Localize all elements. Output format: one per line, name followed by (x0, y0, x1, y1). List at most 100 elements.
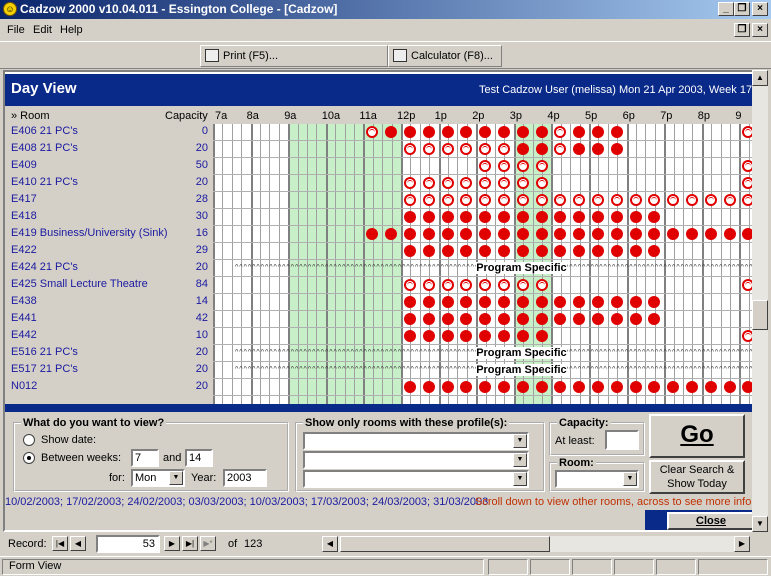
booked-slot[interactable] (592, 126, 604, 138)
room-name[interactable]: E516 21 PC's (11, 346, 78, 358)
room-name[interactable]: E425 Small Lecture Theatre (11, 278, 148, 290)
booked-slot[interactable] (441, 228, 454, 240)
booked-slot[interactable] (516, 211, 529, 223)
horizontal-scroll-thumb[interactable] (340, 536, 550, 552)
tentative-slot[interactable] (498, 194, 510, 206)
room-name[interactable]: E419 Business/University (Sink) (11, 227, 168, 239)
chevron-down-icon[interactable]: ▼ (513, 453, 527, 467)
booked-slot[interactable] (498, 330, 510, 342)
tentative-slot[interactable] (441, 143, 454, 155)
booked-slot[interactable] (441, 330, 454, 342)
chevron-down-icon[interactable]: ▼ (513, 472, 527, 486)
booked-slot[interactable] (404, 296, 416, 308)
booked-slot[interactable] (592, 296, 604, 308)
tentative-slot[interactable] (535, 177, 548, 189)
room-name[interactable]: E442 (11, 329, 37, 341)
booked-slot[interactable] (535, 381, 548, 393)
tentative-slot[interactable] (422, 143, 435, 155)
chevron-down-icon[interactable]: ▼ (623, 472, 637, 486)
menu-edit[interactable]: Edit (33, 24, 52, 36)
room-name[interactable]: E422 (11, 244, 37, 256)
next-record-icon[interactable]: ▶ (164, 536, 180, 551)
menu-file[interactable]: File (7, 24, 25, 36)
booked-slot[interactable] (441, 245, 454, 257)
profile-select-2[interactable]: ▼ (303, 451, 529, 469)
tentative-slot[interactable] (610, 194, 623, 206)
new-record-icon[interactable]: ▶* (200, 536, 216, 551)
minimize-button[interactable]: _ (718, 2, 734, 16)
booked-slot[interactable] (498, 211, 510, 223)
booked-slot[interactable] (686, 228, 698, 240)
tentative-slot[interactable] (498, 143, 510, 155)
booked-slot[interactable] (723, 228, 736, 240)
booked-slot[interactable] (535, 228, 548, 240)
child-close-button[interactable]: × (752, 23, 768, 37)
booked-slot[interactable] (629, 211, 642, 223)
booked-slot[interactable] (629, 381, 642, 393)
calculator-button[interactable]: Calculator (F8)... (388, 45, 502, 67)
last-record-icon[interactable]: ▶| (182, 536, 198, 551)
scroll-up-icon[interactable]: ▲ (752, 70, 768, 86)
booked-slot[interactable] (404, 126, 416, 138)
week-from-input[interactable]: 7 (131, 449, 159, 467)
room-name[interactable]: E418 (11, 210, 37, 222)
tentative-slot[interactable] (441, 177, 454, 189)
booked-slot[interactable] (592, 313, 604, 325)
scroll-thumb[interactable] (752, 300, 768, 330)
horizontal-scrollbar[interactable]: ◀ ▶ (322, 536, 750, 552)
tentative-slot[interactable] (704, 194, 717, 206)
room-name[interactable]: E517 21 PC's (11, 363, 78, 375)
booked-slot[interactable] (610, 211, 623, 223)
booked-slot[interactable] (610, 313, 623, 325)
tentative-slot[interactable] (422, 177, 435, 189)
first-record-icon[interactable]: |◀ (52, 536, 68, 551)
booked-slot[interactable] (422, 296, 435, 308)
tentative-slot[interactable] (516, 177, 529, 189)
room-name[interactable]: E409 (11, 159, 37, 171)
booked-slot[interactable] (686, 381, 698, 393)
booked-slot[interactable] (610, 245, 623, 257)
booked-slot[interactable] (422, 381, 435, 393)
room-name[interactable]: N012 (11, 380, 37, 392)
tentative-slot[interactable] (422, 194, 435, 206)
profile-select-1[interactable]: ▼ (303, 432, 529, 450)
booked-slot[interactable] (498, 381, 510, 393)
booked-slot[interactable] (404, 313, 416, 325)
booked-slot[interactable] (422, 228, 435, 240)
booked-slot[interactable] (610, 296, 623, 308)
scroll-down-icon[interactable]: ▼ (752, 516, 768, 532)
booked-slot[interactable] (535, 330, 548, 342)
year-input[interactable]: 2003 (223, 469, 267, 487)
room-name[interactable]: E438 (11, 295, 37, 307)
chevron-down-icon[interactable]: ▼ (513, 434, 527, 448)
booked-slot[interactable] (404, 330, 416, 342)
booked-slot[interactable] (441, 126, 454, 138)
booked-slot[interactable] (404, 228, 416, 240)
profile-select-3[interactable]: ▼ (303, 470, 529, 488)
booked-slot[interactable] (723, 381, 736, 393)
booked-slot[interactable] (422, 330, 435, 342)
booked-slot[interactable] (535, 126, 548, 138)
booked-slot[interactable] (610, 228, 623, 240)
booked-slot[interactable] (592, 143, 604, 155)
room-name[interactable]: E408 21 PC's (11, 142, 78, 154)
booked-slot[interactable] (404, 211, 416, 223)
booked-slot[interactable] (592, 228, 604, 240)
booked-slot[interactable] (704, 228, 717, 240)
booked-slot[interactable] (535, 143, 548, 155)
booked-slot[interactable] (404, 245, 416, 257)
booked-slot[interactable] (592, 245, 604, 257)
booked-slot[interactable] (422, 126, 435, 138)
booked-slot[interactable] (516, 126, 529, 138)
tentative-slot[interactable] (498, 177, 510, 189)
close-window-button[interactable]: × (752, 2, 768, 16)
child-restore-button[interactable]: ❐ (734, 23, 750, 37)
tentative-slot[interactable] (535, 279, 548, 291)
booked-slot[interactable] (422, 313, 435, 325)
scroll-right-icon[interactable]: ▶ (734, 536, 750, 552)
tentative-slot[interactable] (516, 279, 529, 291)
booked-slot[interactable] (422, 245, 435, 257)
booked-slot[interactable] (422, 211, 435, 223)
go-button[interactable]: Go (649, 414, 745, 458)
booked-slot[interactable] (610, 126, 623, 138)
